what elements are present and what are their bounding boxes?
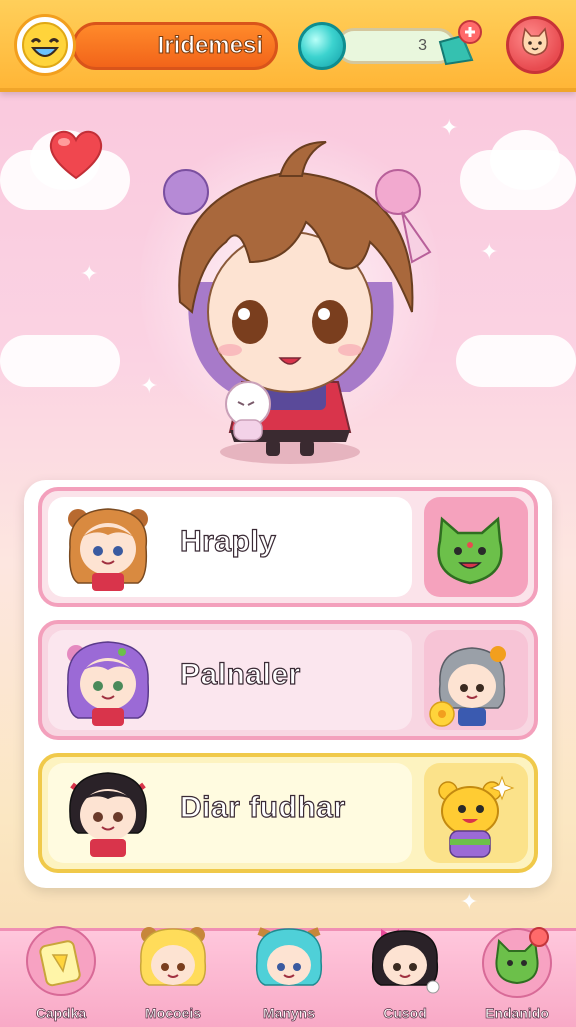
menu-item-label: Palnaler	[179, 657, 301, 691]
green-cat-icon	[482, 927, 552, 998]
menu-item-icon-area	[424, 630, 528, 730]
sparkle-icon: ✦	[480, 240, 499, 265]
settings-button[interactable]	[506, 16, 564, 74]
profile-avatar-button[interactable]	[14, 14, 76, 76]
nav-label: Manyns	[262, 1005, 316, 1022]
sparkle-icon: ✦	[80, 262, 99, 287]
dark-hair-character-icon	[371, 929, 440, 994]
main-character-sprite[interactable]	[130, 112, 450, 472]
nav-label: Capdka	[35, 1005, 87, 1022]
nav-item-capdka[interactable]: Capdka	[6, 926, 116, 1027]
top-bar: Iridemesi 3	[0, 0, 576, 92]
orange-hair-character-icon	[68, 508, 148, 591]
cloud	[490, 130, 560, 190]
menu-item-play[interactable]: Hraply	[38, 487, 538, 607]
smiley-face-icon	[22, 22, 68, 68]
yellow-bear-icon	[438, 775, 515, 858]
sparkle-icon: ✦	[460, 890, 479, 915]
bottom-nav: Capdka Mocoeis Manyns Cusod Endanido	[0, 926, 576, 1027]
purple-hair-character-icon	[66, 641, 150, 726]
teal-hair-character-icon	[255, 927, 323, 986]
cloud	[456, 335, 576, 387]
nav-item-mocoeis[interactable]: Mocoeis	[118, 927, 228, 1027]
cloud	[0, 335, 120, 387]
gem-count: 3	[418, 37, 427, 54]
nav-label: Mocoeis	[144, 1005, 202, 1022]
blonde-character-icon	[139, 927, 207, 986]
nav-item-endanido[interactable]: Endanido	[462, 927, 572, 1027]
nav-item-manyns[interactable]: Manyns	[234, 927, 344, 1027]
gem-orb-icon	[298, 22, 346, 70]
heart-icon[interactable]	[44, 120, 108, 184]
menu-item-palette[interactable]: Palnaler	[38, 620, 538, 740]
menu-item-icon-area	[424, 763, 528, 863]
nav-item-cusod[interactable]: Cusod	[350, 929, 460, 1027]
nav-label: Endanido	[485, 1005, 549, 1022]
title-pill: Iridemesi	[72, 22, 278, 70]
menu-item-dear-father[interactable]: Diar fudhar	[38, 753, 538, 873]
grey-hair-character-icon	[429, 646, 506, 727]
menu-item-label: Diar fudhar	[179, 790, 346, 824]
green-cat-icon	[437, 516, 503, 585]
game-title: Iridemesi	[157, 32, 263, 60]
nav-label: Cusod	[383, 1005, 427, 1022]
card-icon	[26, 926, 96, 996]
menu-item-icon-area	[424, 497, 528, 597]
cat-face-icon	[521, 27, 549, 56]
add-gems-button[interactable]	[432, 18, 484, 70]
black-hair-character-icon	[69, 772, 147, 857]
menu-item-label: Hraply	[179, 524, 277, 558]
